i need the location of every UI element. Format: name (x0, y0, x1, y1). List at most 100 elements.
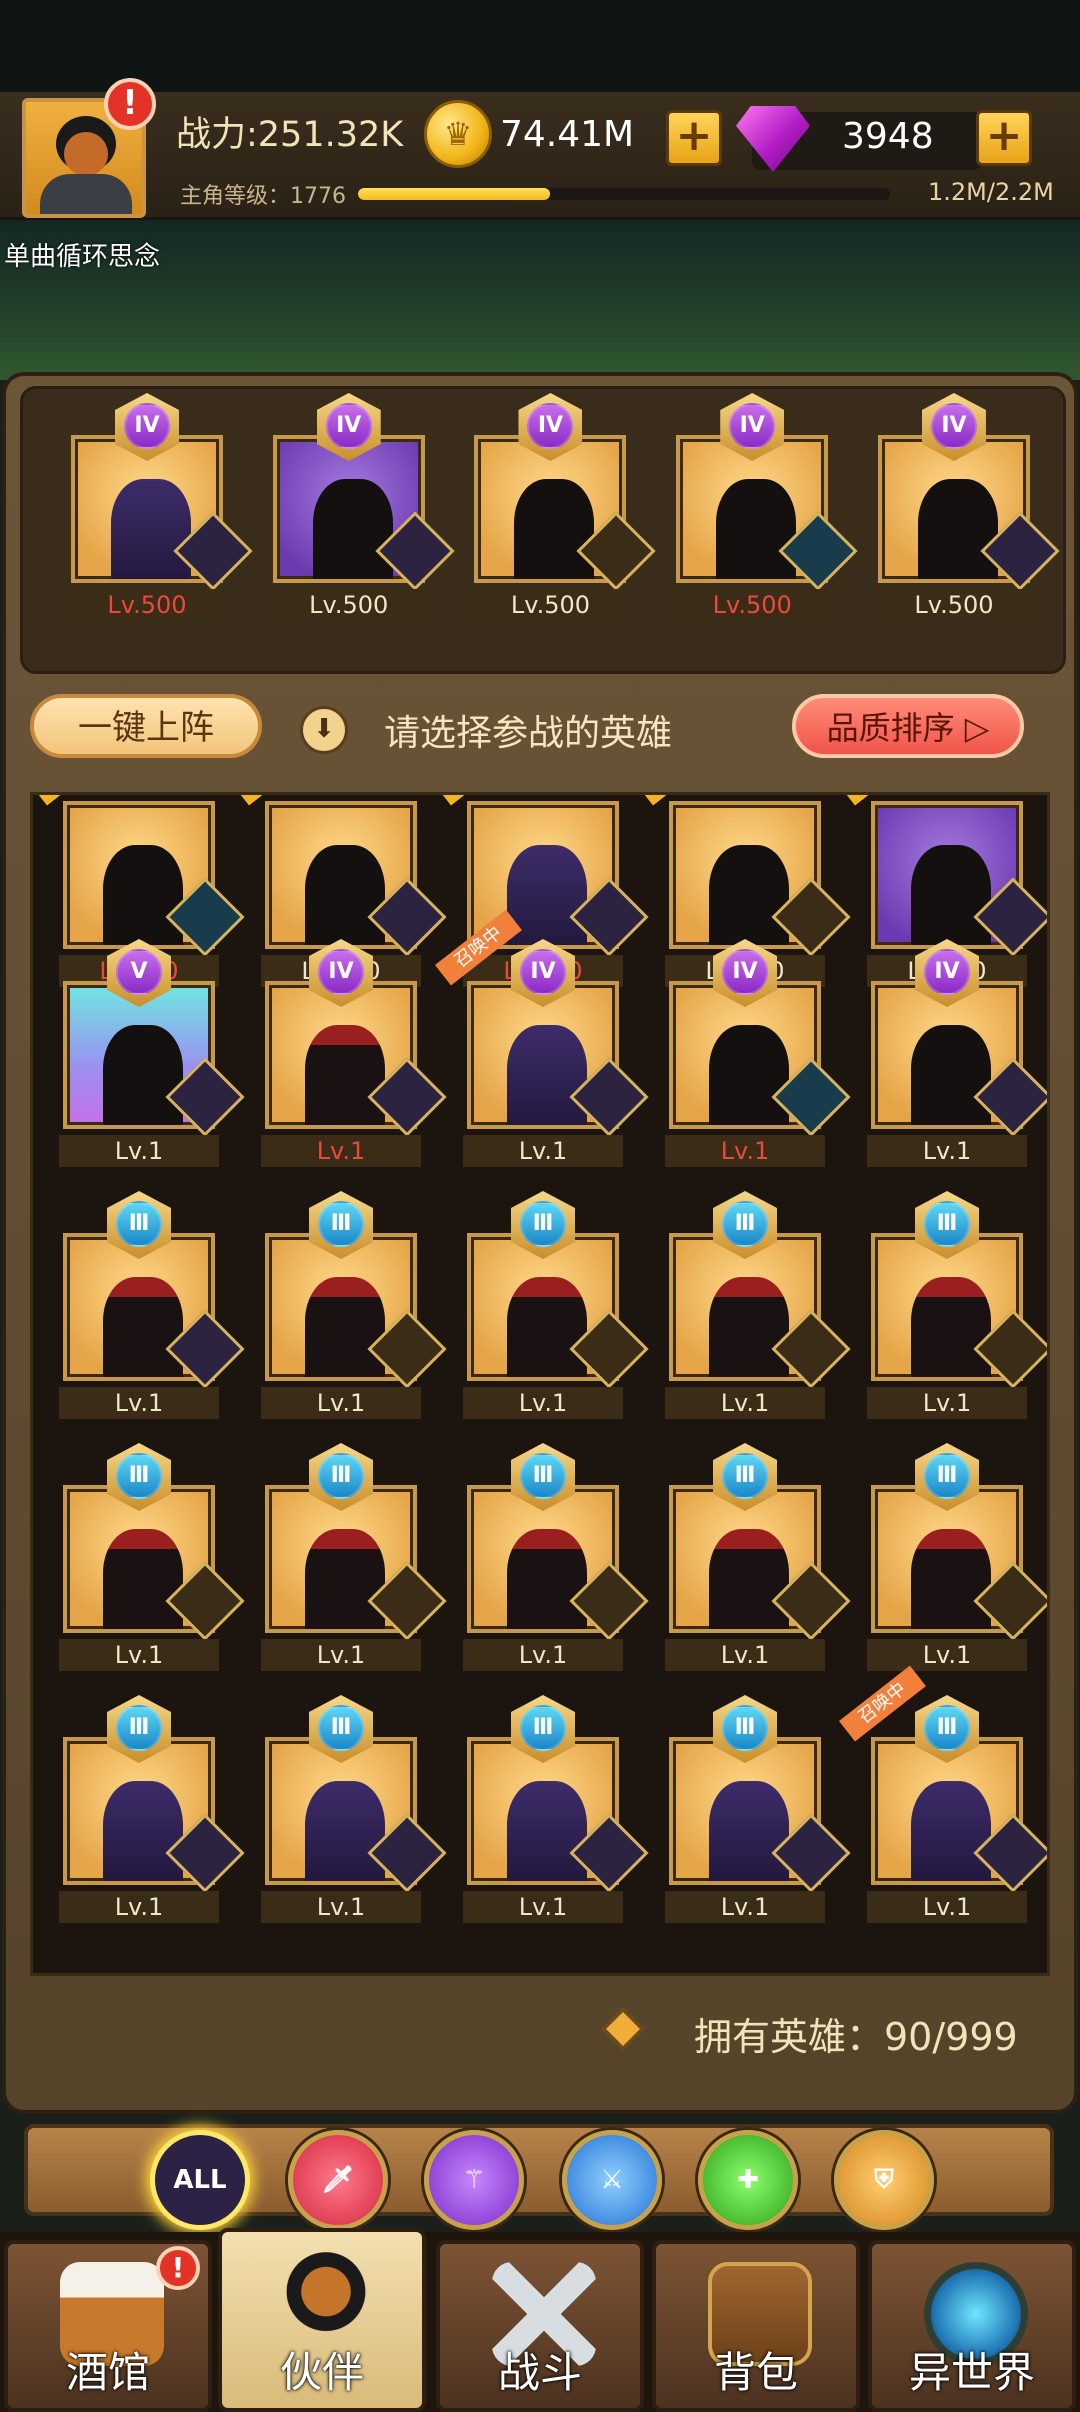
hero-figure (305, 1277, 385, 1377)
hero-figure (103, 845, 183, 945)
gem-amount: 3948 (842, 116, 934, 157)
hero-card[interactable]: IV Lv.500 (249, 389, 455, 623)
tier-numeral: Ⅲ (722, 1705, 768, 1751)
hero-figure (709, 845, 789, 945)
hero-level: Lv.1 (59, 1387, 219, 1419)
hero-card[interactable]: IV Lv.1 (645, 935, 851, 1169)
battle-lineup: IV Lv.500 IV Lv.500 IV Lv.500 IV Lv.500 IV Lv.500 (20, 386, 1066, 674)
tier-numeral: Ⅲ (116, 1453, 162, 1499)
quality-sort-button[interactable]: 品质排序 ▷ (792, 694, 1024, 758)
tier-numeral: Ⅲ (318, 1453, 364, 1499)
hero-card[interactable]: IV Lv.500 (47, 389, 253, 623)
filter-warrior-sword-icon[interactable]: 🗡 (288, 2130, 388, 2230)
hero-card[interactable]: Ⅲ Lv.1 (241, 1439, 447, 1673)
hero-card[interactable]: Ⅲ Lv.1 (645, 1187, 851, 1421)
hero-card[interactable]: 召唤中 Ⅲ Lv.1 (839, 1665, 1047, 1925)
tavern-alert-badge: ! (156, 2246, 200, 2290)
xp-text: 1.2M/2.2M (928, 178, 1054, 206)
tier-numeral: IV (930, 403, 977, 449)
owned-heroes-count: 拥有英雄：90/999 (694, 2015, 1018, 2059)
hero-figure (507, 1529, 587, 1629)
hero-card[interactable]: Ⅲ Lv.1 (645, 1691, 851, 1925)
hero-level: Lv.500 (672, 589, 833, 621)
tier-numeral: Ⅲ (924, 1201, 970, 1247)
hero-card[interactable]: IV Lv.500 (854, 389, 1060, 623)
hero-card[interactable]: Ⅲ Lv.1 (847, 1187, 1047, 1421)
add-gem-button[interactable]: + (976, 110, 1032, 166)
hero-card[interactable]: IV Lv.1 (847, 935, 1047, 1169)
nav-battle[interactable]: 战斗 (436, 2240, 644, 2412)
hero-figure (911, 1025, 991, 1125)
add-gold-button[interactable]: + (666, 110, 722, 166)
hero-level: Lv.1 (665, 1639, 825, 1671)
hero-card[interactable]: Ⅲ Lv.1 (39, 1439, 245, 1673)
hero-level: Lv.1 (261, 1387, 421, 1419)
hero-figure (709, 1277, 789, 1377)
hero-card[interactable]: IV Lv.500 (652, 389, 858, 623)
hero-card[interactable]: Ⅲ Lv.1 (645, 1439, 851, 1673)
hero-figure (514, 479, 595, 579)
hero-level: Lv.1 (59, 1639, 219, 1671)
down-arrow-icon: ⬇ (300, 706, 348, 754)
hero-level: Lv.1 (867, 1387, 1027, 1419)
auto-deploy-button[interactable]: 一键上阵 (30, 694, 262, 758)
nav-partners-label: 伙伴 (279, 2348, 364, 2397)
filter-mage-staff-icon[interactable]: ⚚ (424, 2130, 524, 2230)
hero-level: Lv.500 (470, 589, 631, 621)
hero-level: Lv.1 (59, 1891, 219, 1923)
hero-card[interactable]: Ⅲ Lv.1 (443, 1439, 649, 1673)
hero-figure (305, 1781, 385, 1881)
nav-backpack-label: 背包 (713, 2348, 798, 2397)
tier-numeral: Ⅲ (116, 1201, 162, 1247)
hero-card[interactable]: Ⅲ Lv.1 (241, 1187, 447, 1421)
hero-figure (305, 845, 385, 945)
hero-grid[interactable]: 出战Lv.500出战Lv.500出战Lv.500出战Lv.500出战Lv.500… (30, 792, 1050, 1976)
hero-card[interactable]: Ⅲ Lv.1 (241, 1691, 447, 1925)
hero-card[interactable]: 召唤中 IV Lv.1 (435, 909, 649, 1169)
hero-level: Lv.1 (463, 1639, 623, 1671)
hero-level: Lv.1 (867, 1135, 1027, 1167)
tier-numeral: Ⅲ (318, 1201, 364, 1247)
tier-numeral: Ⅲ (722, 1453, 768, 1499)
hero-figure (103, 1025, 183, 1125)
hero-figure (312, 479, 393, 579)
hero-level: Lv.1 (463, 1891, 623, 1923)
hero-figure (709, 1529, 789, 1629)
filter-all-button[interactable]: ALL (150, 2130, 250, 2230)
hero-card[interactable]: IV Lv.1 (241, 935, 447, 1169)
tier-numeral: IV (318, 949, 364, 995)
xp-bar (358, 188, 890, 200)
hero-card[interactable]: IV Lv.500 (450, 389, 657, 623)
hero-figure (716, 479, 797, 579)
hero-figure (305, 1025, 385, 1125)
hero-figure (917, 479, 998, 579)
nav-partners[interactable]: 伙伴 (218, 2228, 426, 2412)
tier-numeral: Ⅲ (520, 1453, 566, 1499)
hero-card[interactable]: Ⅲ Lv.1 (443, 1691, 649, 1925)
tier-numeral: V (116, 949, 162, 995)
hero-card[interactable]: Ⅲ Lv.1 (39, 1691, 245, 1925)
filter-tank-shield-icon[interactable]: ⛨ (834, 2130, 934, 2230)
tier-numeral: IV (924, 949, 970, 995)
filter-healer-plus-icon[interactable]: ✚ (698, 2130, 798, 2230)
tier-numeral: IV (729, 403, 776, 449)
hero-card[interactable]: Ⅲ Lv.1 (39, 1187, 245, 1421)
nav-tavern[interactable]: 酒馆 ! (4, 2240, 212, 2412)
nav-otherworld-label: 异世界 (908, 2348, 1035, 2397)
hero-card[interactable]: Ⅲ Lv.1 (443, 1187, 649, 1421)
tier-numeral: IV (722, 949, 768, 995)
hero-level: Lv.500 (67, 589, 227, 621)
tier-numeral: IV (520, 949, 566, 995)
hero-card[interactable]: V Lv.1 (39, 935, 245, 1169)
tier-numeral: Ⅲ (924, 1453, 970, 1499)
gold-coin-icon: ♛ (424, 100, 492, 168)
nav-backpack[interactable]: 背包 (652, 2240, 860, 2412)
tier-numeral: Ⅲ (520, 1705, 566, 1751)
nav-otherworld[interactable]: 异世界 (868, 2240, 1076, 2412)
hero-card[interactable]: Ⅲ Lv.1 (847, 1439, 1047, 1673)
hero-figure (507, 845, 587, 945)
tier-numeral: Ⅲ (722, 1201, 768, 1247)
hero-figure (507, 1025, 587, 1125)
filter-assassin-dagger-icon[interactable]: ⚔ (562, 2130, 662, 2230)
hero-figure (911, 845, 991, 945)
